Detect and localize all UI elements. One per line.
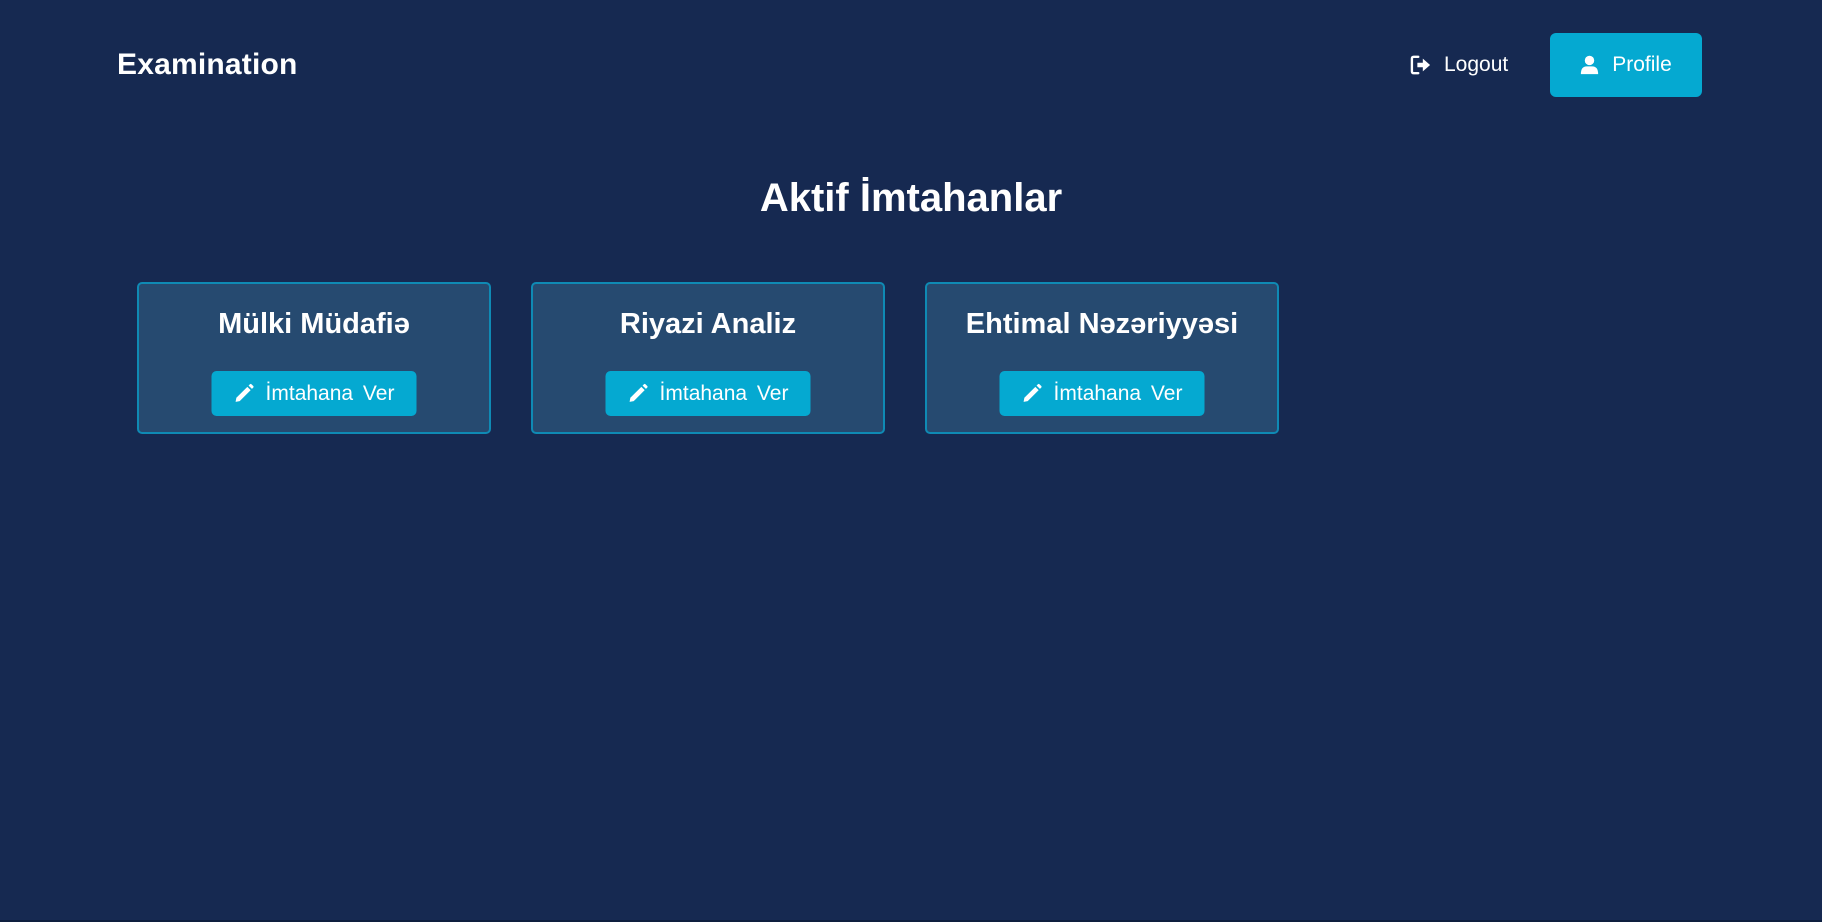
- logout-icon: [1410, 55, 1432, 75]
- take-exam-button[interactable]: İmtahana Ver: [605, 371, 811, 416]
- take-exam-label: İmtahana Ver: [1053, 381, 1183, 405]
- page-title: Aktif İmtahanlar: [759, 176, 1063, 220]
- pencil-icon: [628, 383, 649, 404]
- top-navbar: Examination Logout Profile: [0, 0, 1822, 130]
- user-icon: [1580, 55, 1599, 75]
- brand-title[interactable]: Examination: [117, 46, 298, 84]
- logout-label: Logout: [1444, 53, 1509, 76]
- exam-card: Riyazi Analiz İmtahana Ver: [531, 282, 885, 434]
- exam-card-title: Riyazi Analiz: [619, 308, 797, 340]
- take-exam-label: İmtahana Ver: [265, 381, 395, 405]
- pencil-icon: [1022, 383, 1043, 404]
- profile-button[interactable]: Profile: [1550, 33, 1702, 97]
- exam-card: Ehtimal Nəzəriyyəsi İmtahana Ver: [925, 282, 1279, 434]
- take-exam-label: İmtahana Ver: [659, 381, 789, 405]
- exam-card-list: Mülki Müdafiə İmtahana Ver Riyazi Analiz…: [137, 282, 1279, 434]
- take-exam-button[interactable]: İmtahana Ver: [999, 371, 1205, 416]
- exam-card-title: Ehtimal Nəzəriyyəsi: [965, 308, 1239, 340]
- pencil-icon: [234, 383, 255, 404]
- profile-label: Profile: [1612, 53, 1672, 76]
- exam-card-title: Mülki Müdafiə: [218, 308, 410, 340]
- take-exam-button[interactable]: İmtahana Ver: [211, 371, 417, 416]
- exam-card: Mülki Müdafiə İmtahana Ver: [137, 282, 491, 434]
- logout-link[interactable]: Logout: [1410, 46, 1508, 84]
